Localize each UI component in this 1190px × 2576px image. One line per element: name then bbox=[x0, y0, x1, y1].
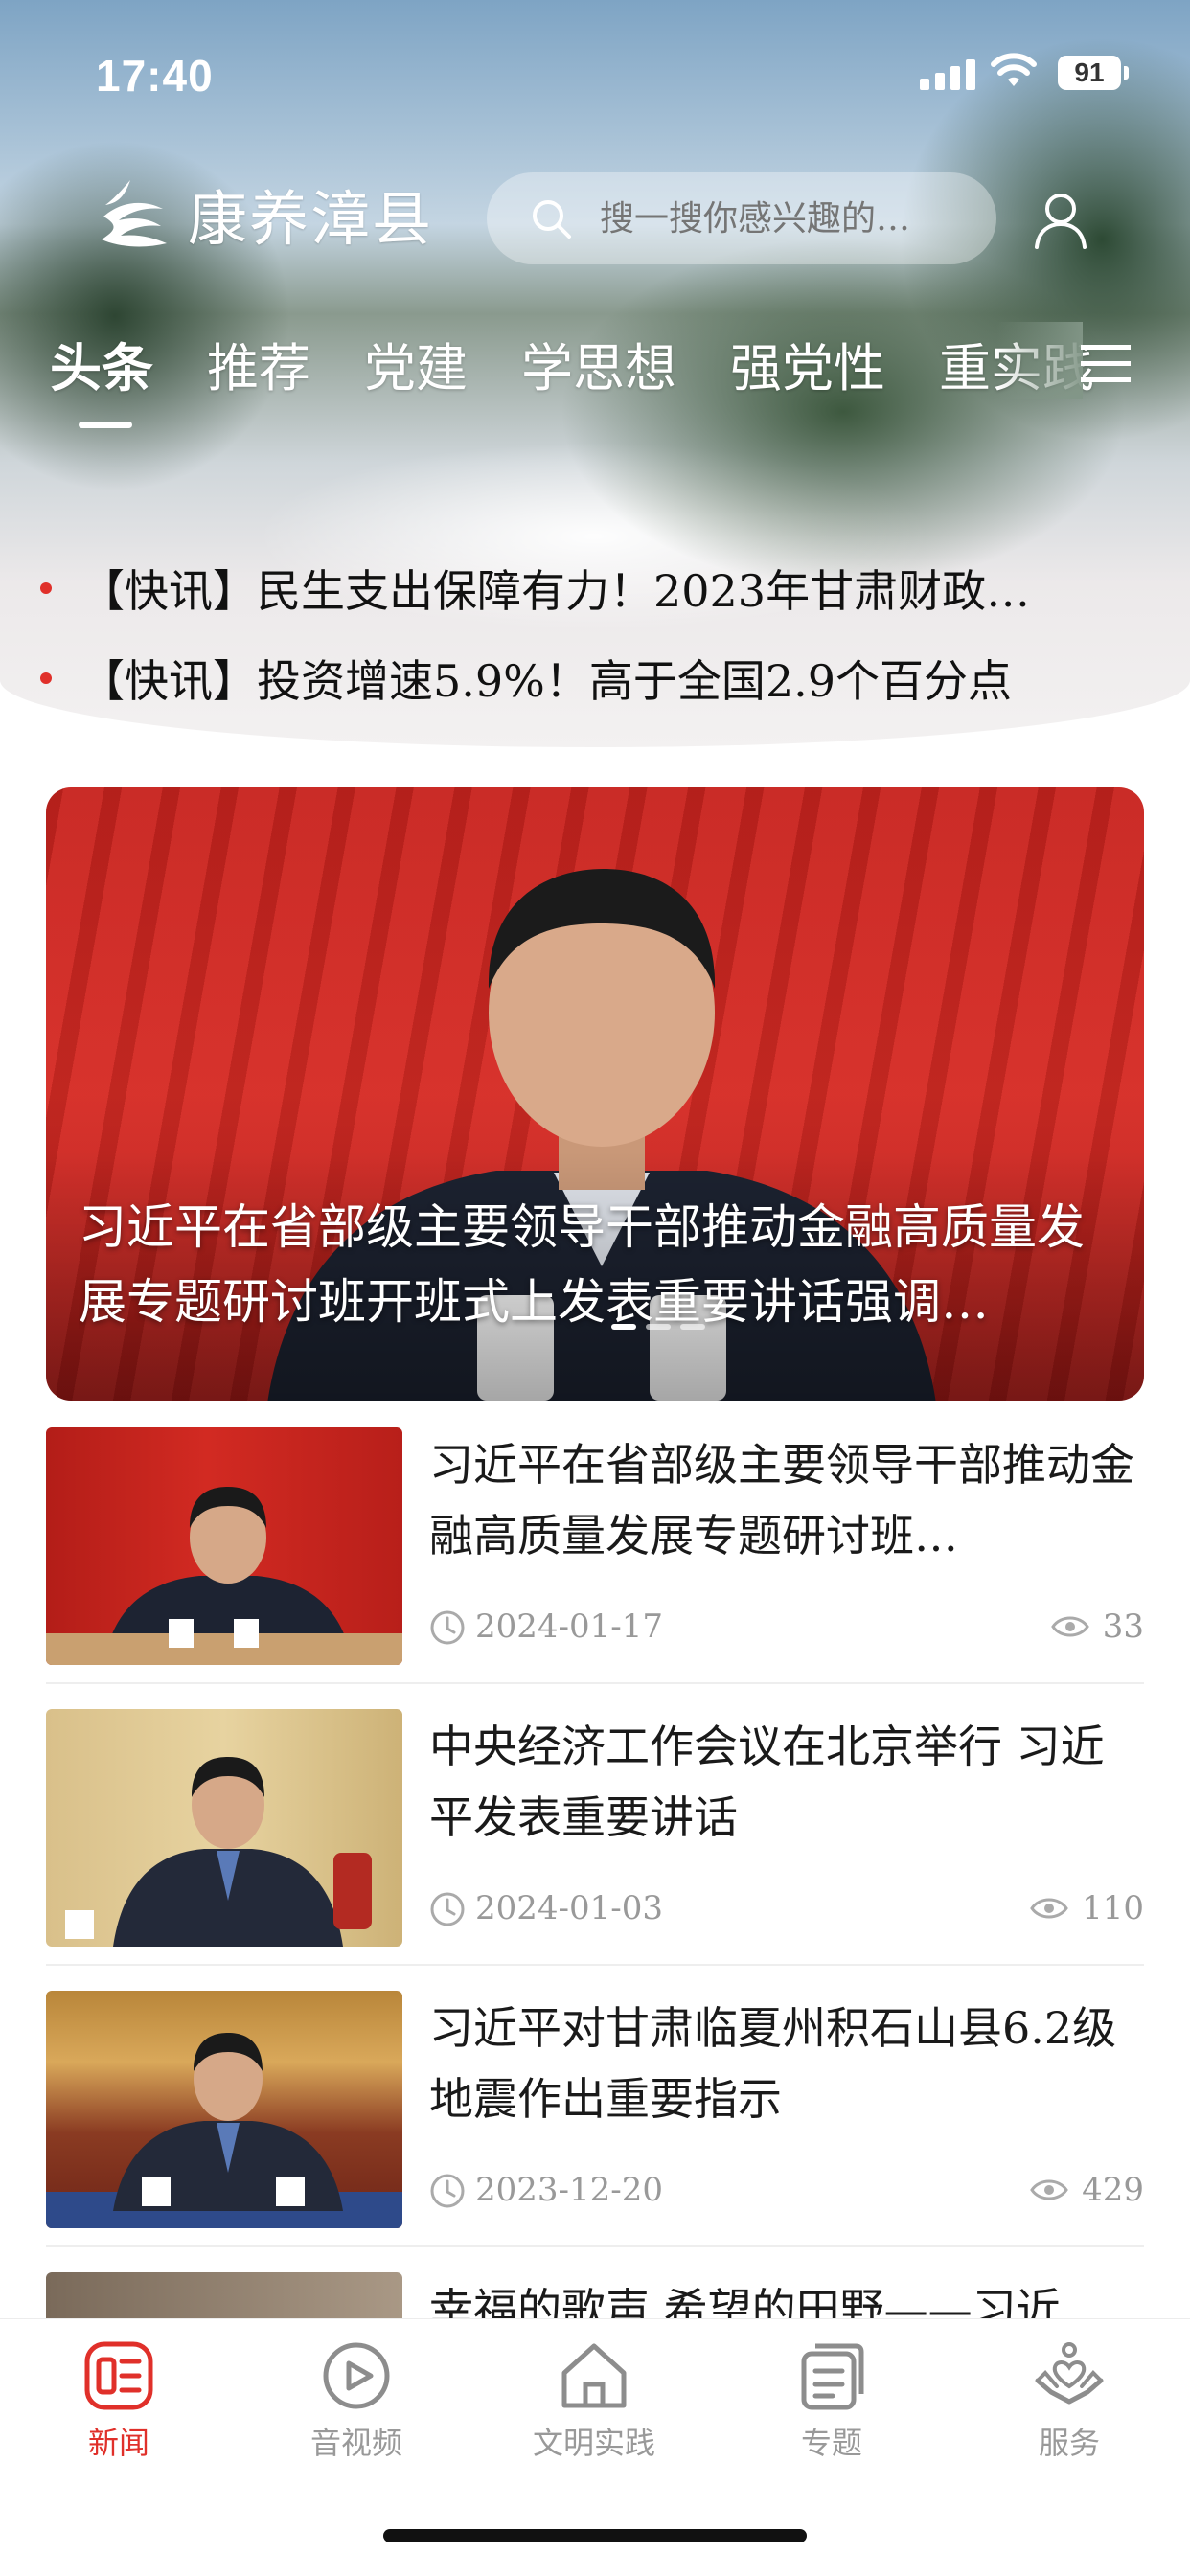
news-date: 2023-12-20 bbox=[475, 2171, 664, 2209]
news-meta: 2023-12-20 429 bbox=[429, 2169, 1144, 2211]
wifi-icon bbox=[991, 53, 1037, 86]
nav-civilization-practice[interactable]: 文明实践 bbox=[498, 2338, 690, 2463]
clock-icon bbox=[430, 1610, 465, 1645]
view-count: 110 bbox=[1030, 1889, 1144, 1927]
news-meta: 2024-01-17 33 bbox=[429, 1606, 1144, 1648]
view-count-value: 33 bbox=[1102, 1607, 1144, 1646]
flash-news-text: 【快讯】投资增速5.9%！高于全国2.9个百分点 bbox=[80, 655, 1013, 707]
nav-label: 专题 bbox=[800, 2425, 862, 2461]
view-count-value: 429 bbox=[1082, 2171, 1144, 2209]
nav-label: 新闻 bbox=[87, 2425, 149, 2461]
flash-news-item[interactable]: 【快讯】投资增速5.9%！高于全国2.9个百分点 bbox=[40, 644, 1161, 713]
news-thumbnail bbox=[46, 1991, 402, 2228]
app-logo[interactable]: 康养漳县 bbox=[92, 171, 433, 257]
status-time: 17:40 bbox=[96, 51, 214, 101]
bullet-dot bbox=[40, 672, 52, 684]
user-profile-icon[interactable] bbox=[1029, 188, 1092, 251]
news-icon bbox=[84, 2341, 153, 2410]
search-icon bbox=[533, 200, 571, 239]
news-list-item[interactable]: 习近平在省部级主要领导干部推动金融高质量发展专题研讨班… 2024-01-17 … bbox=[46, 1414, 1144, 1684]
tabs-fade-overlay bbox=[996, 322, 1083, 399]
search-bar[interactable] bbox=[487, 172, 996, 264]
search-input[interactable] bbox=[598, 197, 966, 239]
nav-services[interactable]: 服务 bbox=[973, 2338, 1165, 2463]
tab-recommend[interactable]: 推荐 bbox=[207, 326, 310, 431]
news-list-item[interactable]: 中央经济工作会议在北京举行 习近平发表重要讲话 2024-01-03 110 bbox=[46, 1696, 1144, 1966]
tab-headline[interactable]: 头条 bbox=[50, 326, 153, 431]
news-date: 2024-01-03 bbox=[475, 1889, 664, 1927]
bullet-dot bbox=[40, 582, 52, 594]
news-meta: 2024-01-03 110 bbox=[429, 1887, 1144, 1929]
eye-icon bbox=[1030, 1898, 1068, 1919]
nav-news[interactable]: 新闻 bbox=[23, 2338, 215, 2463]
tab-party-building[interactable]: 党建 bbox=[364, 326, 468, 431]
nav-label: 文明实践 bbox=[532, 2425, 655, 2461]
status-bar: 17:40 91 bbox=[0, 0, 1190, 144]
news-thumbnail bbox=[46, 1709, 402, 1947]
nav-topics[interactable]: 专题 bbox=[736, 2338, 927, 2463]
news-list-item[interactable]: 习近平对甘肃临夏州积石山县6.2级地震作出重要指示 2023-12-20 429 bbox=[46, 1977, 1144, 2247]
eye-icon bbox=[1030, 2179, 1068, 2200]
category-tabs: 头条 推荐 党建 学思想 强党性 重实践 bbox=[50, 326, 1104, 431]
nav-video[interactable]: 音视频 bbox=[261, 2338, 452, 2463]
view-count-value: 110 bbox=[1082, 1889, 1144, 1927]
eye-icon bbox=[1050, 1616, 1089, 1637]
home-icon bbox=[561, 2343, 627, 2408]
flash-news-text: 【快讯】民生支出保障有力！2023年甘肃财政… bbox=[80, 565, 1031, 617]
carousel-indicator bbox=[611, 1324, 715, 1330]
logo-mountain-icon bbox=[102, 180, 167, 247]
app-name: 康养漳县 bbox=[188, 184, 434, 254]
video-icon bbox=[323, 2342, 390, 2409]
news-title: 中央经济工作会议在北京举行 习近平发表重要讲话 bbox=[429, 1721, 1105, 1843]
topic-icon bbox=[801, 2343, 864, 2410]
news-title: 习近平在省部级主要领导干部推动金融高质量发展专题研讨班… bbox=[429, 1439, 1134, 1562]
service-icon bbox=[1035, 2342, 1104, 2405]
view-count: 33 bbox=[1050, 1607, 1144, 1646]
nav-label: 服务 bbox=[1038, 2425, 1100, 2461]
news-date: 2024-01-17 bbox=[475, 1607, 664, 1646]
nav-label: 音视频 bbox=[309, 2425, 402, 2461]
featured-banner[interactable]: 习近平在省部级主要领导干部推动金融高质量发展专题研讨班开班式上发表重要讲话强调… bbox=[46, 787, 1144, 1401]
news-title: 习近平对甘肃临夏州积石山县6.2级地震作出重要指示 bbox=[429, 2002, 1117, 2125]
channel-menu-icon[interactable] bbox=[1081, 341, 1131, 387]
battery-indicator: 91 bbox=[1058, 56, 1129, 90]
tab-study-thought[interactable]: 学思想 bbox=[521, 326, 676, 431]
flash-news-item[interactable]: 【快讯】民生支出保障有力！2023年甘肃财政… bbox=[40, 554, 1161, 623]
clock-icon bbox=[430, 2174, 465, 2208]
news-thumbnail bbox=[46, 1427, 402, 1665]
cellular-signal-icon bbox=[920, 57, 977, 90]
tab-strengthen-party[interactable]: 强党性 bbox=[730, 326, 885, 431]
home-indicator[interactable] bbox=[383, 2529, 807, 2542]
clock-icon bbox=[430, 1892, 465, 1926]
banner-title: 习近平在省部级主要领导干部推动金融高质量发展专题研讨班开班式上发表重要讲话强调… bbox=[79, 1199, 1085, 1330]
view-count: 429 bbox=[1030, 2171, 1144, 2209]
